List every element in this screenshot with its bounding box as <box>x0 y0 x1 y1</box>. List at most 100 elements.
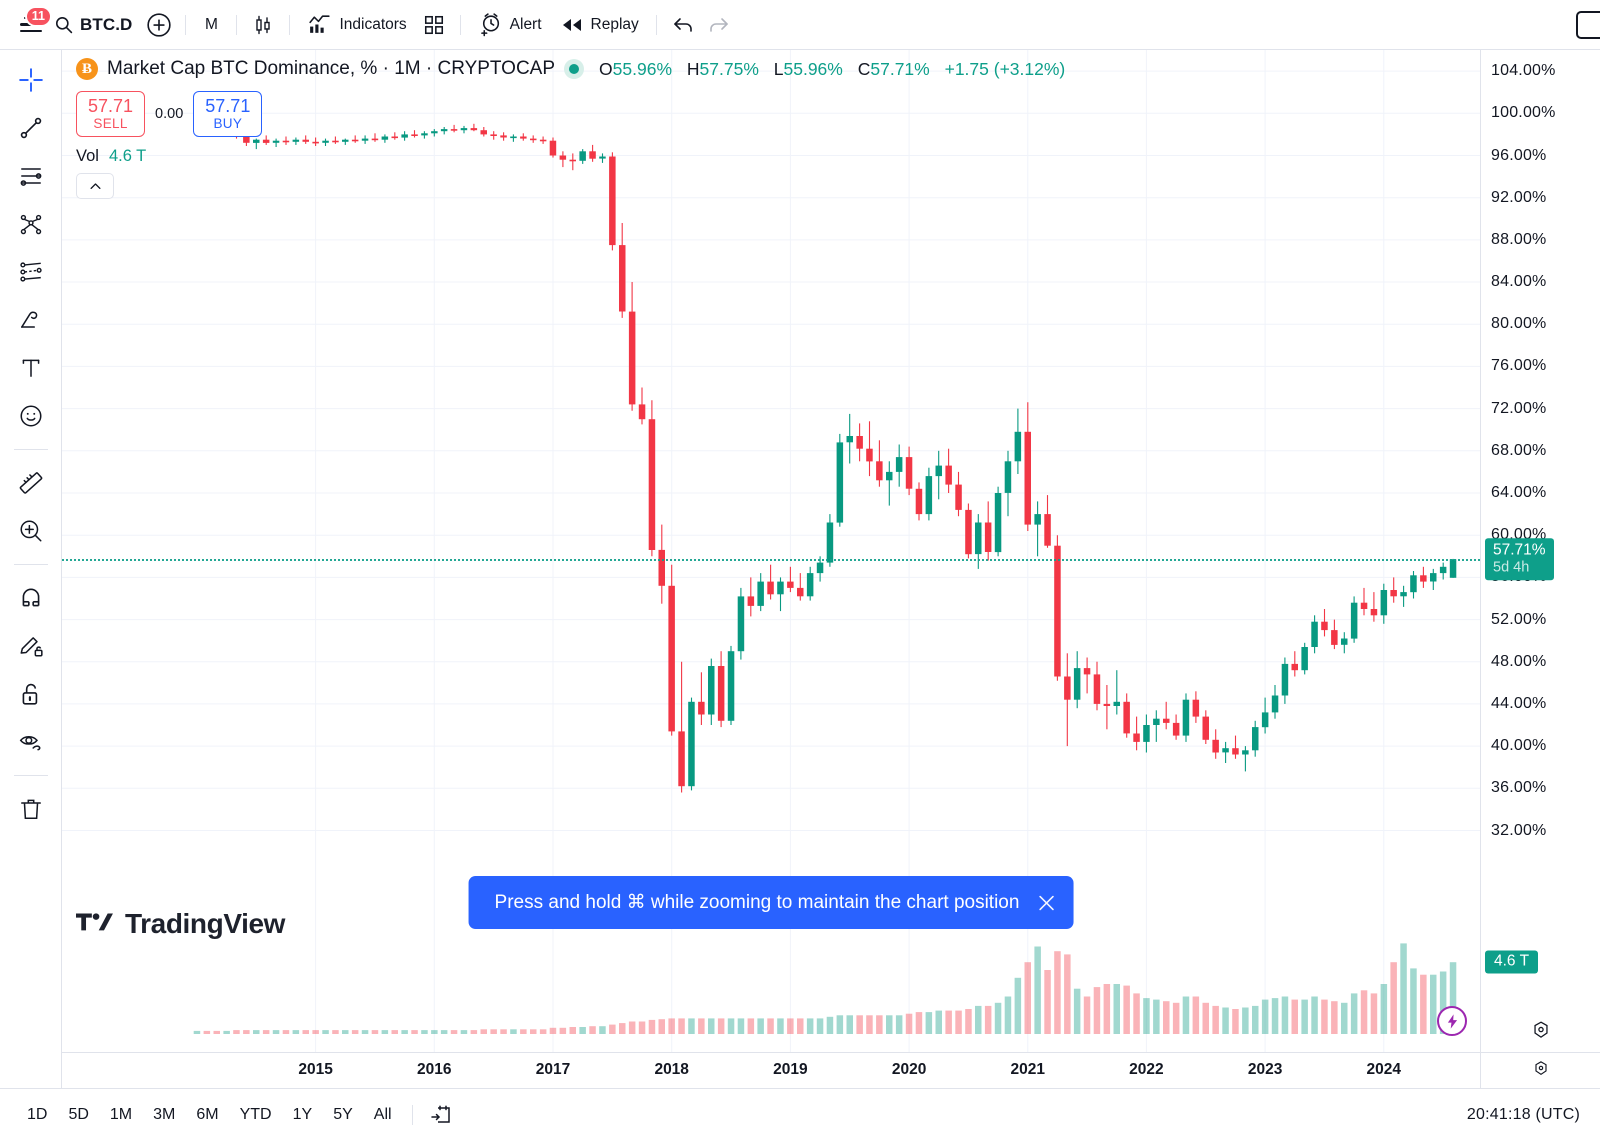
volume-value: 4.6 T <box>108 147 147 165</box>
remove-drawings-tool[interactable] <box>9 787 53 831</box>
range-button-ytd[interactable]: YTD <box>231 1101 281 1129</box>
indicators-button[interactable]: Indicators <box>298 8 415 42</box>
time-axis[interactable]: 2015 2016 2017 2018 2019 2020 2021 2022 2023 2024 <box>62 1052 1600 1088</box>
go-to-date-icon <box>430 1104 450 1123</box>
series-visibility-toggle[interactable] <box>564 59 585 79</box>
layouts-button[interactable] <box>416 8 452 42</box>
right-panel-toggle-button[interactable] <box>1576 11 1600 39</box>
fast-mode-button[interactable] <box>1437 1006 1467 1036</box>
axis-settings-button[interactable] <box>1530 1019 1552 1046</box>
timezone-button[interactable] <box>1531 1058 1551 1083</box>
range-button-5y[interactable]: 5Y <box>324 1101 362 1129</box>
current-price-tag[interactable]: 57.71% 5d 4h <box>1485 538 1554 581</box>
time-axis-year-label: 2022 <box>1129 1061 1164 1078</box>
time-axis-year-label: 2024 <box>1366 1061 1402 1078</box>
ohlc-l-value: 55.96% <box>783 58 843 79</box>
buy-button[interactable]: 57.71 BUY <box>193 91 263 138</box>
chart-style-button[interactable] <box>245 8 281 42</box>
replay-button[interactable]: Replay <box>551 8 648 42</box>
range-button-all[interactable]: All <box>365 1101 401 1129</box>
toolbar-divider <box>13 564 48 565</box>
range-button-1m[interactable]: 1M <box>101 1101 141 1129</box>
pitchfork-tool[interactable] <box>9 202 53 246</box>
symbol-search-button[interactable]: BTC.D <box>48 8 141 42</box>
toolbar-divider <box>411 1104 413 1125</box>
range-button-1y[interactable]: 1Y <box>284 1101 322 1129</box>
stay-in-drawing-mode-tool[interactable] <box>9 624 53 668</box>
range-button-1d[interactable]: 1D <box>18 1101 56 1129</box>
ohlc-c-key: C <box>857 58 871 79</box>
rewind-icon <box>562 18 581 31</box>
volume-value-tag[interactable]: 4.6 T <box>1485 950 1539 974</box>
price-axis-tick: 92.00% <box>1491 188 1547 206</box>
time-axis-year-label: 2023 <box>1247 1061 1283 1078</box>
trash-icon <box>20 799 41 819</box>
date-range-buttons: 1D 5D 1M 3M 6M YTD 1Y 5Y All <box>18 1101 404 1129</box>
redo-button[interactable] <box>701 8 737 42</box>
price-axis-tick: 48.00% <box>1491 652 1547 670</box>
text-tool[interactable] <box>9 346 53 390</box>
price-axis-tick: 40.00% <box>1491 737 1547 755</box>
price-axis-tick: 96.00% <box>1491 146 1547 164</box>
chart-plot-area[interactable]: TradingView Ƀ Market Cap BTC Dominance, … <box>62 50 1480 1052</box>
price-axis-tick: 72.00% <box>1491 399 1547 417</box>
range-button-6m[interactable]: 6M <box>187 1101 227 1129</box>
pitchfork-icon <box>20 214 41 235</box>
ohlc-o-key: O <box>599 58 613 79</box>
brush-tool[interactable] <box>9 298 53 342</box>
horizontal-lines-icon <box>20 168 41 186</box>
banner-close-button[interactable] <box>1035 892 1057 914</box>
range-button-5d[interactable]: 5D <box>59 1101 97 1129</box>
cross-cursor-tool[interactable] <box>9 58 53 102</box>
interval-button[interactable]: M <box>194 8 228 42</box>
channel-tool[interactable] <box>9 250 53 294</box>
chart-legend: Ƀ Market Cap BTC Dominance, % · 1M · CRY… <box>76 58 1070 138</box>
time-axis-settings[interactable] <box>1480 1053 1600 1088</box>
undo-button[interactable] <box>665 8 701 42</box>
bitcoin-icon: Ƀ <box>76 58 98 80</box>
add-symbol-button[interactable] <box>141 8 177 42</box>
time-axis-year-label: 2016 <box>417 1061 452 1078</box>
notification-badge[interactable]: 11 <box>24 5 52 27</box>
time-axis-labels: 2015 2016 2017 2018 2019 2020 2021 2022 2023 2024 <box>62 1053 1480 1088</box>
clock-label: 20:41:18 (UTC) <box>1466 1105 1580 1123</box>
sell-button[interactable]: 57.71 SELL <box>76 91 146 138</box>
price-axis-tick: 64.00% <box>1491 484 1547 501</box>
chevron-up-icon <box>90 182 100 189</box>
go-to-date-button[interactable] <box>424 1100 458 1130</box>
price-axis[interactable]: 104.00% 100.00% 96.00% 92.00% 88.00% 84.00% 80… <box>1480 50 1600 1052</box>
collapse-pane-button[interactable] <box>76 173 114 199</box>
chart-title: Market Cap BTC Dominance, % · 1M · CRYPT… <box>107 58 556 79</box>
gear-icon <box>1533 1021 1548 1038</box>
emoji-tool[interactable] <box>9 394 53 438</box>
main-menu-button[interactable]: 11 <box>14 5 52 42</box>
trend-line-icon <box>20 117 41 139</box>
layout-grid-icon <box>424 15 443 34</box>
measure-ruler-tool[interactable] <box>9 461 53 505</box>
volume-legend-row[interactable]: Vol 4.6 T <box>76 147 146 166</box>
zoom-in-icon <box>19 520 42 542</box>
legend-title-row[interactable]: Ƀ Market Cap BTC Dominance, % · 1M · CRY… <box>76 58 1070 80</box>
hide-drawings-tool[interactable] <box>9 720 53 764</box>
magnet-tool[interactable] <box>9 576 53 620</box>
emoji-icon <box>19 405 42 427</box>
replay-label: Replay <box>590 15 639 33</box>
lock-drawings-tool[interactable] <box>9 672 53 716</box>
alert-button[interactable]: Alert <box>469 8 551 42</box>
drawing-toolbar <box>0 50 62 1088</box>
trend-line-tool[interactable] <box>9 106 53 150</box>
horizontal-lines-tool[interactable] <box>9 154 53 198</box>
price-axis-tick: 104.00% <box>1491 62 1556 80</box>
zoom-in-tool[interactable] <box>9 509 53 553</box>
range-button-3m[interactable]: 3M <box>144 1101 184 1129</box>
ohlc-change: +1.75 (+3.12%) <box>944 58 1066 79</box>
cross-cursor-icon <box>18 68 43 92</box>
price-axis-tick: 68.00% <box>1491 441 1547 459</box>
sell-label: SELL <box>93 116 128 132</box>
price-axis-tick: 88.00% <box>1491 230 1547 248</box>
ohlc-h-value: 57.75% <box>699 58 759 79</box>
price-axis-tick: 76.00% <box>1491 357 1547 375</box>
chart-panes: TradingView Ƀ Market Cap BTC Dominance, … <box>62 50 1600 1052</box>
price-axis-tick: 52.00% <box>1491 610 1547 628</box>
timezone-icon <box>1534 1060 1547 1075</box>
